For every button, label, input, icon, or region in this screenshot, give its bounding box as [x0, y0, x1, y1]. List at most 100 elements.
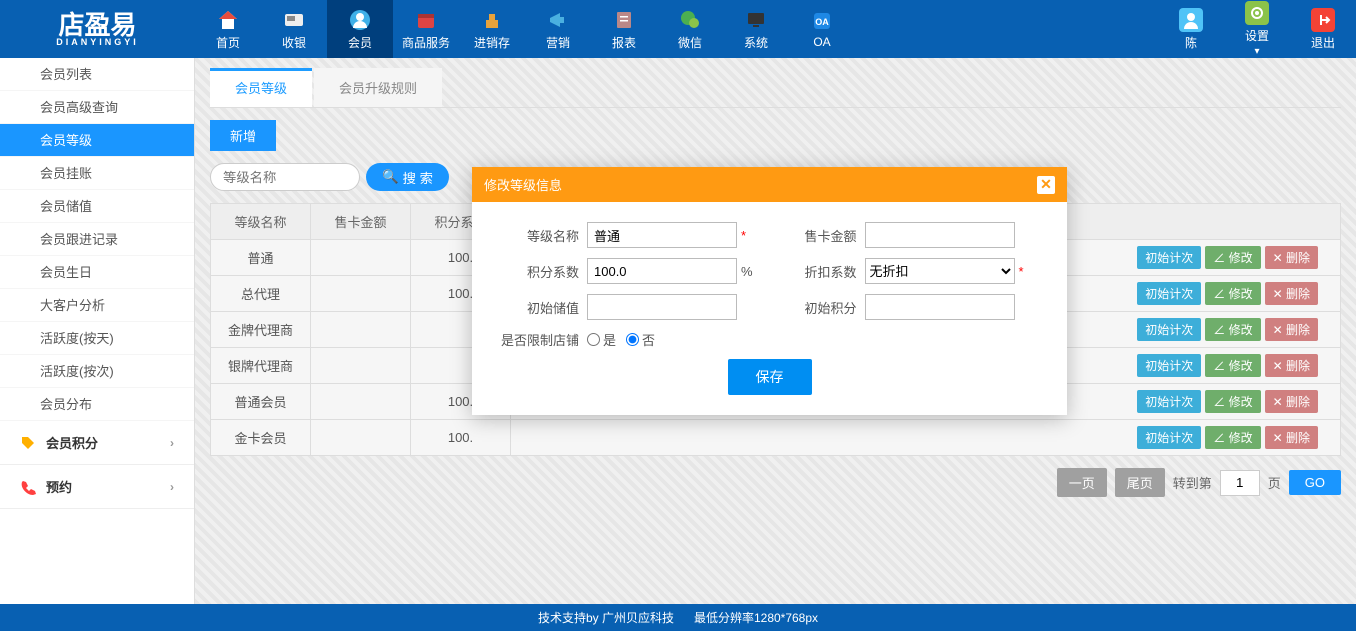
- sidebar-group-points[interactable]: 会员积分 ›: [0, 421, 194, 465]
- tab-upgrade-rule[interactable]: 会员升级规则: [314, 68, 442, 107]
- page-input[interactable]: [1220, 470, 1260, 496]
- table-row: 金卡会员100.初始计次∠ 修改✕ 删除: [211, 420, 1341, 456]
- pagination: 一页 尾页 转到第 页 GO: [210, 468, 1341, 497]
- user-icon: [1179, 8, 1203, 32]
- edit-button[interactable]: ∠ 修改: [1205, 354, 1260, 377]
- sidebar-item-adv-query[interactable]: 会员高级查询: [0, 91, 194, 124]
- cell-name: 金卡会员: [211, 420, 311, 456]
- factor-input[interactable]: [587, 258, 737, 284]
- nav-system[interactable]: 系统: [723, 0, 789, 58]
- tab-level[interactable]: 会员等级: [210, 68, 312, 107]
- init-count-button[interactable]: 初始计次: [1137, 426, 1201, 449]
- nav-home[interactable]: 首页: [195, 0, 261, 58]
- init-store-label: 初始储值: [492, 298, 587, 317]
- save-button[interactable]: 保存: [728, 359, 812, 395]
- search-input[interactable]: [210, 163, 360, 191]
- nav-oa[interactable]: OA OA: [789, 0, 855, 58]
- name-input[interactable]: [587, 222, 737, 248]
- cell-name: 金牌代理商: [211, 312, 311, 348]
- sidebar-item-level[interactable]: 会员等级: [0, 124, 194, 157]
- edit-button[interactable]: ∠ 修改: [1205, 246, 1260, 269]
- system-icon: [744, 8, 768, 32]
- sidebar-group-label: 会员积分: [46, 433, 98, 452]
- edit-button[interactable]: ∠ 修改: [1205, 318, 1260, 341]
- top-nav: 店盈易 DIANYINGYI 首页 收银 会员 商品服务 进销存 营销: [0, 0, 1356, 58]
- edit-button[interactable]: ∠ 修改: [1205, 282, 1260, 305]
- nav-goods[interactable]: 商品服务: [393, 0, 459, 58]
- close-icon[interactable]: ✕: [1037, 176, 1055, 194]
- delete-button[interactable]: ✕ 删除: [1265, 246, 1318, 269]
- init-count-button[interactable]: 初始计次: [1137, 354, 1201, 377]
- sidebar-item-activity-day[interactable]: 活跃度(按天): [0, 322, 194, 355]
- delete-button[interactable]: ✕ 删除: [1265, 426, 1318, 449]
- sidebar-group-label: 预约: [46, 477, 72, 496]
- col-amount: 售卡金额: [311, 204, 411, 240]
- sidebar-item-bigclient[interactable]: 大客户分析: [0, 289, 194, 322]
- tabs: 会员等级 会员升级规则: [210, 68, 1341, 108]
- chevron-right-icon: ›: [170, 436, 174, 450]
- sidebar-item-birthday[interactable]: 会员生日: [0, 256, 194, 289]
- sidebar-group-appointment[interactable]: 预约 ›: [0, 465, 194, 509]
- sidebar-item-distribution[interactable]: 会员分布: [0, 388, 194, 421]
- nav-label: 微信: [678, 34, 702, 51]
- radio-no[interactable]: [626, 333, 639, 346]
- init-count-button[interactable]: 初始计次: [1137, 390, 1201, 413]
- init-count-button[interactable]: 初始计次: [1137, 246, 1201, 269]
- radio-yes-label[interactable]: 是: [587, 330, 616, 349]
- edit-button[interactable]: ∠ 修改: [1205, 390, 1260, 413]
- nav-label: 陈: [1185, 34, 1197, 51]
- page-suffix: 页: [1268, 473, 1281, 492]
- nav-label: 会员: [348, 34, 372, 51]
- sidebar-item-follow[interactable]: 会员跟进记录: [0, 223, 194, 256]
- restrict-label: 是否限制店铺: [492, 330, 587, 349]
- percent-label: %: [741, 264, 753, 279]
- nav-label: 进销存: [474, 34, 510, 51]
- nav-label: 退出: [1311, 34, 1335, 51]
- delete-button[interactable]: ✕ 删除: [1265, 282, 1318, 305]
- nav-settings[interactable]: 设置▾: [1224, 0, 1290, 58]
- search-button[interactable]: 🔍 搜 索: [366, 163, 449, 191]
- nav-marketing[interactable]: 营销: [525, 0, 591, 58]
- discount-select[interactable]: 无折扣: [865, 258, 1015, 284]
- logo-main: 店盈易: [58, 10, 136, 40]
- init-points-label: 初始积分: [770, 298, 865, 317]
- search-icon: 🔍: [382, 169, 399, 185]
- amount-input[interactable]: [865, 222, 1015, 248]
- cell-name: 总代理: [211, 276, 311, 312]
- cell-ops: 初始计次∠ 修改✕ 删除: [511, 420, 1341, 456]
- wechat-icon: [678, 8, 702, 32]
- radio-yes[interactable]: [587, 333, 600, 346]
- radio-no-label[interactable]: 否: [626, 330, 655, 349]
- nav-logout[interactable]: 退出: [1290, 0, 1356, 58]
- last-page-button[interactable]: 尾页: [1115, 468, 1165, 497]
- nav-label: 收银: [282, 34, 306, 51]
- toolbar: 新增: [210, 120, 1341, 151]
- cell-amount: [311, 384, 411, 420]
- nav-user[interactable]: 陈: [1158, 0, 1224, 58]
- add-button[interactable]: 新增: [210, 120, 276, 151]
- nav-report[interactable]: 报表: [591, 0, 657, 58]
- nav-wechat[interactable]: 微信: [657, 0, 723, 58]
- nav-inventory[interactable]: 进销存: [459, 0, 525, 58]
- init-count-button[interactable]: 初始计次: [1137, 282, 1201, 305]
- init-count-button[interactable]: 初始计次: [1137, 318, 1201, 341]
- delete-button[interactable]: ✕ 删除: [1265, 318, 1318, 341]
- sidebar-item-credit[interactable]: 会员挂账: [0, 157, 194, 190]
- logout-icon: [1311, 8, 1335, 32]
- prev-page-button[interactable]: 一页: [1057, 468, 1107, 497]
- nav-member[interactable]: 会员: [327, 0, 393, 58]
- sidebar-item-deposit[interactable]: 会员储值: [0, 190, 194, 223]
- delete-button[interactable]: ✕ 删除: [1265, 390, 1318, 413]
- edit-button[interactable]: ∠ 修改: [1205, 426, 1260, 449]
- nav-cashier[interactable]: 收银: [261, 0, 327, 58]
- go-button[interactable]: GO: [1289, 470, 1341, 495]
- report-icon: [612, 8, 636, 32]
- cell-name: 普通会员: [211, 384, 311, 420]
- sidebar-item-activity-count[interactable]: 活跃度(按次): [0, 355, 194, 388]
- modal-body: 等级名称 * 售卡金额 积分系数 % 折扣系数 无折扣 *: [472, 202, 1067, 415]
- amount-label: 售卡金额: [770, 226, 865, 245]
- delete-button[interactable]: ✕ 删除: [1265, 354, 1318, 377]
- init-store-input[interactable]: [587, 294, 737, 320]
- sidebar-item-member-list[interactable]: 会员列表: [0, 58, 194, 91]
- init-points-input[interactable]: [865, 294, 1015, 320]
